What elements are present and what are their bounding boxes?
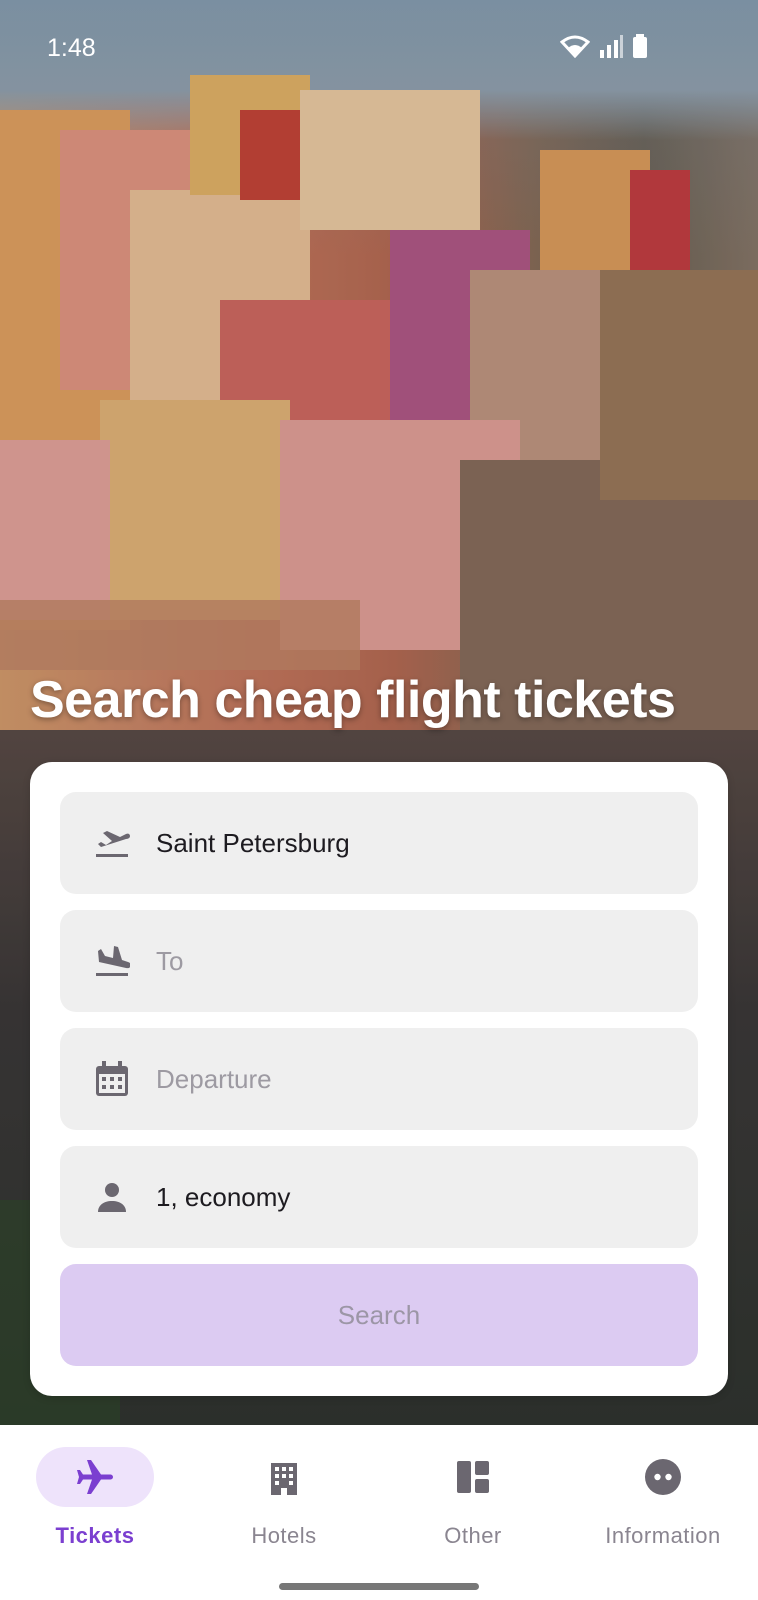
passengers-value: 1, economy — [156, 1181, 291, 1212]
passengers-field[interactable]: 1, economy — [60, 1146, 698, 1248]
calendar-icon — [92, 1059, 132, 1099]
to-field[interactable]: To — [60, 910, 698, 1012]
battery-icon — [633, 34, 647, 58]
flight-land-icon — [92, 941, 132, 981]
dashboard-icon — [457, 1461, 489, 1493]
nav-label-hotels: Hotels — [251, 1523, 317, 1548]
airplane-icon — [77, 1460, 113, 1494]
search-form-card: Saint Petersburg To Departure 1, economy… — [30, 762, 728, 1396]
nav-item-other[interactable]: Other — [378, 1447, 568, 1549]
nav-label-other: Other — [444, 1523, 502, 1548]
bottom-navigation: Tickets Hotels Other Information — [0, 1425, 758, 1600]
home-indicator[interactable] — [279, 1583, 479, 1590]
nav-item-tickets[interactable]: Tickets — [0, 1447, 190, 1549]
nav-item-hotels[interactable]: Hotels — [189, 1447, 379, 1549]
to-placeholder: To — [156, 945, 184, 976]
departure-placeholder: Departure — [156, 1063, 272, 1094]
nav-label-tickets: Tickets — [55, 1523, 135, 1548]
nav-pill-information — [604, 1447, 722, 1507]
page-title: Search cheap flight tickets — [30, 671, 676, 729]
wifi-icon — [560, 35, 590, 58]
building-icon — [271, 1463, 297, 1495]
nav-pill-tickets — [36, 1447, 154, 1507]
nav-item-information[interactable]: Information — [568, 1447, 758, 1549]
signal-icon — [600, 35, 623, 58]
nav-pill-hotels — [225, 1447, 343, 1507]
status-bar: 1:48 — [0, 0, 758, 96]
from-value: Saint Petersburg — [156, 827, 350, 858]
flight-takeoff-icon — [92, 823, 132, 863]
nav-pill-other — [414, 1447, 532, 1507]
search-button[interactable]: Search — [60, 1264, 698, 1366]
from-field[interactable]: Saint Petersburg — [60, 792, 698, 894]
nav-label-information: Information — [605, 1523, 721, 1548]
status-time: 1:48 — [47, 34, 96, 62]
info-face-icon — [645, 1459, 681, 1495]
departure-field[interactable]: Departure — [60, 1028, 698, 1130]
status-icons — [560, 34, 648, 58]
person-icon — [92, 1177, 132, 1217]
